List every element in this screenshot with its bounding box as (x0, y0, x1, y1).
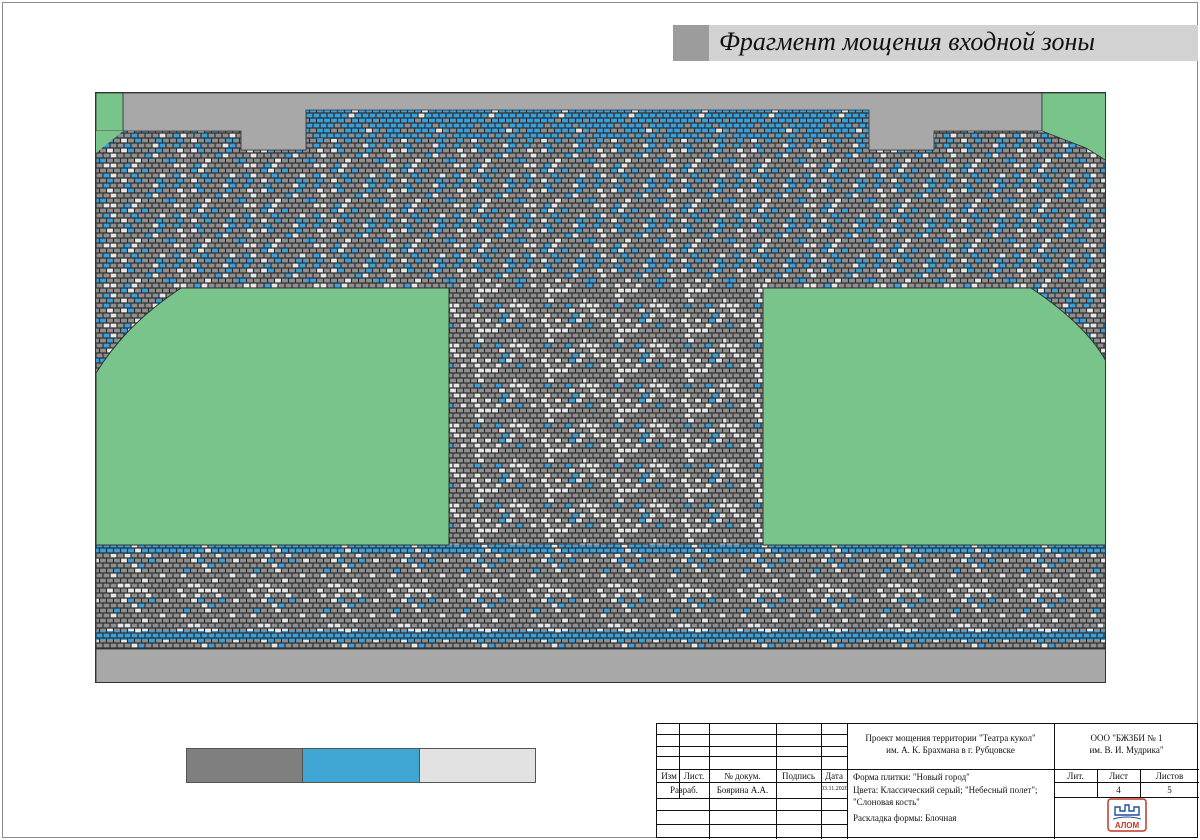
swatch-ivory (419, 749, 535, 782)
svg-text:АЛОМ: АЛОМ (1115, 821, 1140, 830)
project-line-1: Проект мощения территории "Театра кукол" (865, 733, 1036, 743)
paving-blue-line-top (96, 545, 1105, 554)
title-marker (673, 25, 709, 61)
lit-label: Лит. (1067, 771, 1084, 781)
project-line-2: им. А. К. Брахмана в г. Рубцовске (886, 745, 1015, 755)
dev-name: Боярина А.А. (716, 785, 769, 795)
hdr-doc: № докум. (724, 771, 761, 781)
dev-date: 03.11.2020 (821, 786, 848, 792)
hdr-list: Лист. (683, 771, 705, 781)
paving-central-path (449, 283, 763, 545)
paving-blue-line-bottom (96, 631, 1105, 640)
hdr-izm: Изм (661, 771, 677, 781)
paving-plan (95, 92, 1106, 683)
paving-top-blue-strip (306, 110, 869, 139)
title-block: Изм Лист. № докум. Подпись Дата Разраб. … (656, 723, 1199, 839)
concrete-bottom-strip (96, 648, 1105, 682)
sheet-value: 4 (1116, 785, 1121, 795)
hdr-sign: Подпись (781, 771, 816, 781)
color-swatches (186, 748, 536, 783)
info-line-4: Раскладка формы: Блочная (853, 813, 957, 823)
info-line-2: Цвета: Классический серый; "Небесный пол… (853, 785, 1038, 795)
sheet-label: Лист (1109, 771, 1128, 781)
dev-role: Разраб. (670, 785, 698, 795)
org-line-1: ООО "БЖЗБИ № 1 (1090, 733, 1163, 743)
title-box: Фрагмент мощения входной зоны (673, 25, 1198, 61)
swatch-sky-blue (303, 749, 420, 782)
sheets-value: 5 (1167, 785, 1172, 795)
lawn-left (96, 287, 450, 546)
info-line-3: "Слоновая кость" (853, 797, 920, 807)
sheets-label: Листов (1155, 771, 1184, 781)
company-logo-icon: АЛОМ (1107, 798, 1147, 832)
org-line-2: им. В. И. Мудрика" (1089, 745, 1164, 755)
hdr-date: Дата (825, 771, 843, 781)
lawn-right (762, 287, 1105, 546)
page-title: Фрагмент мощения входной зоны (719, 27, 1095, 56)
paving-plan-drawing (96, 93, 1105, 682)
info-line-1: Форма плитки: "Новый город" (853, 772, 970, 782)
swatch-classic-gray (187, 749, 304, 782)
grass-corner-left (96, 93, 124, 132)
